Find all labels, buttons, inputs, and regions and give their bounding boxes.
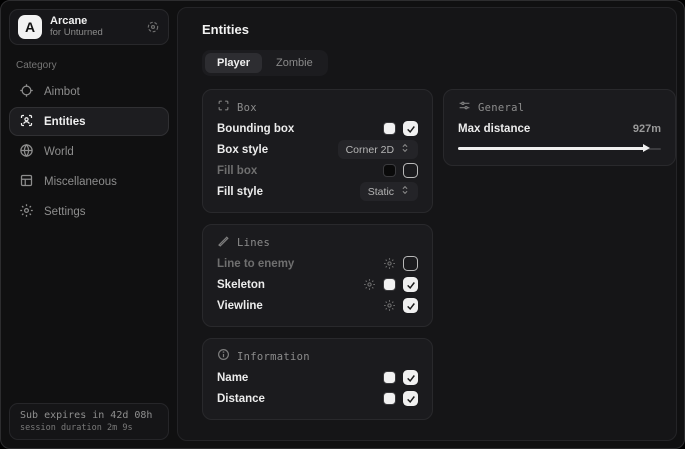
setting-label: Bounding box [217,123,294,135]
distance-checkbox[interactable] [403,391,418,406]
settings-gear-icon[interactable] [383,299,396,312]
setting-row-fill-style: Fill style Static [217,181,418,202]
section-title: General [478,102,524,114]
sidebar-item-label: Settings [44,206,86,218]
user-scan-icon [19,113,34,131]
color-swatch[interactable] [383,278,396,291]
globe-icon [19,143,34,161]
main-panel: Entities Player Zombie Box Bounding box [177,7,677,441]
sidebar-item-label: Aimbot [44,86,80,98]
entity-tabs: Player Zombie [202,50,328,76]
setting-row-skeleton: Skeleton [217,274,418,295]
chevrons-up-down-icon [400,143,410,156]
setting-label: Box style [217,144,268,156]
app-logo: A [18,15,42,39]
fill-style-dropdown[interactable]: Static [360,182,418,201]
sidebar-item-entities[interactable]: Entities [9,107,169,136]
name-checkbox[interactable] [403,370,418,385]
sidebar-item-miscellaneous[interactable]: Miscellaneous [9,167,169,196]
sync-icon[interactable] [146,20,160,34]
sidebar-item-settings[interactable]: Settings [9,197,169,226]
sidebar-item-label: Miscellaneous [44,176,117,188]
fill-box-checkbox[interactable] [403,163,418,178]
slider-thumb[interactable] [643,144,650,152]
gear-icon [19,203,34,221]
sidebar-item-aimbot[interactable]: Aimbot [9,77,169,106]
sidebar: A Arcane for Unturned Category Aimbot En… [1,1,177,448]
subscription-card: Sub expires in 42d 08h session duration … [9,403,169,440]
app-window: A Arcane for Unturned Category Aimbot En… [0,0,685,449]
section-title: Box [237,102,257,114]
setting-label: Distance [217,393,265,405]
max-distance-slider[interactable] [458,143,661,155]
sidebar-item-label: Entities [44,116,86,128]
scan-box-icon [217,99,230,117]
box-section: Box Bounding box Box style Corner 2D [202,89,433,213]
settings-gear-icon[interactable] [383,257,396,270]
skeleton-checkbox[interactable] [403,277,418,292]
setting-label: Skeleton [217,279,265,291]
page-title: Entities [202,22,676,37]
lines-section: Lines Line to enemy Skeleton [202,224,433,327]
setting-row-box-style: Box style Corner 2D [217,139,418,160]
dropdown-value: Static [368,186,394,198]
information-section: Information Name Distance [202,338,433,420]
settings-gear-icon[interactable] [363,278,376,291]
setting-row-line-to-enemy: Line to enemy [217,253,418,274]
setting-label: Fill style [217,186,263,198]
color-swatch[interactable] [383,164,396,177]
setting-row-name: Name [217,367,418,388]
setting-row-max-distance: Max distance 927m [458,118,661,139]
chevrons-up-down-icon [400,185,410,198]
app-logo-card: A Arcane for Unturned [9,9,169,45]
sidebar-item-label: World [44,146,74,158]
setting-row-distance: Distance [217,388,418,409]
setting-label: Max distance [458,123,530,135]
crosshair-icon [19,83,34,101]
color-swatch[interactable] [383,371,396,384]
color-swatch[interactable] [383,122,396,135]
session-duration-text: session duration 2m 9s [20,423,158,433]
category-label: Category [16,60,169,71]
tab-player[interactable]: Player [205,53,262,73]
box-style-dropdown[interactable]: Corner 2D [338,140,418,159]
max-distance-fill [458,147,645,150]
viewline-checkbox[interactable] [403,298,418,313]
setting-row-bounding-box: Bounding box [217,118,418,139]
setting-row-viewline: Viewline [217,295,418,316]
dropdown-value: Corner 2D [346,144,394,156]
section-title: Information [237,351,310,363]
setting-label: Viewline [217,300,263,312]
sliders-icon [458,99,471,117]
bounding-box-checkbox[interactable] [403,121,418,136]
app-name: Arcane [50,15,138,28]
color-swatch[interactable] [383,392,396,405]
line-to-enemy-checkbox[interactable] [403,256,418,271]
setting-label: Name [217,372,248,384]
setting-label: Line to enemy [217,258,294,270]
setting-row-fill-box: Fill box [217,160,418,181]
info-icon [217,348,230,366]
pencil-line-icon [217,234,230,252]
max-distance-value: 927m [633,123,661,135]
sidebar-item-world[interactable]: World [9,137,169,166]
sub-expiry-text: Sub expires in 42d 08h [20,410,158,421]
app-subtitle: for Unturned [50,28,138,39]
section-title: Lines [237,237,270,249]
tab-zombie[interactable]: Zombie [264,53,325,73]
setting-label: Fill box [217,165,257,177]
grid-icon [19,173,34,191]
general-section: General Max distance 927m [443,89,676,166]
